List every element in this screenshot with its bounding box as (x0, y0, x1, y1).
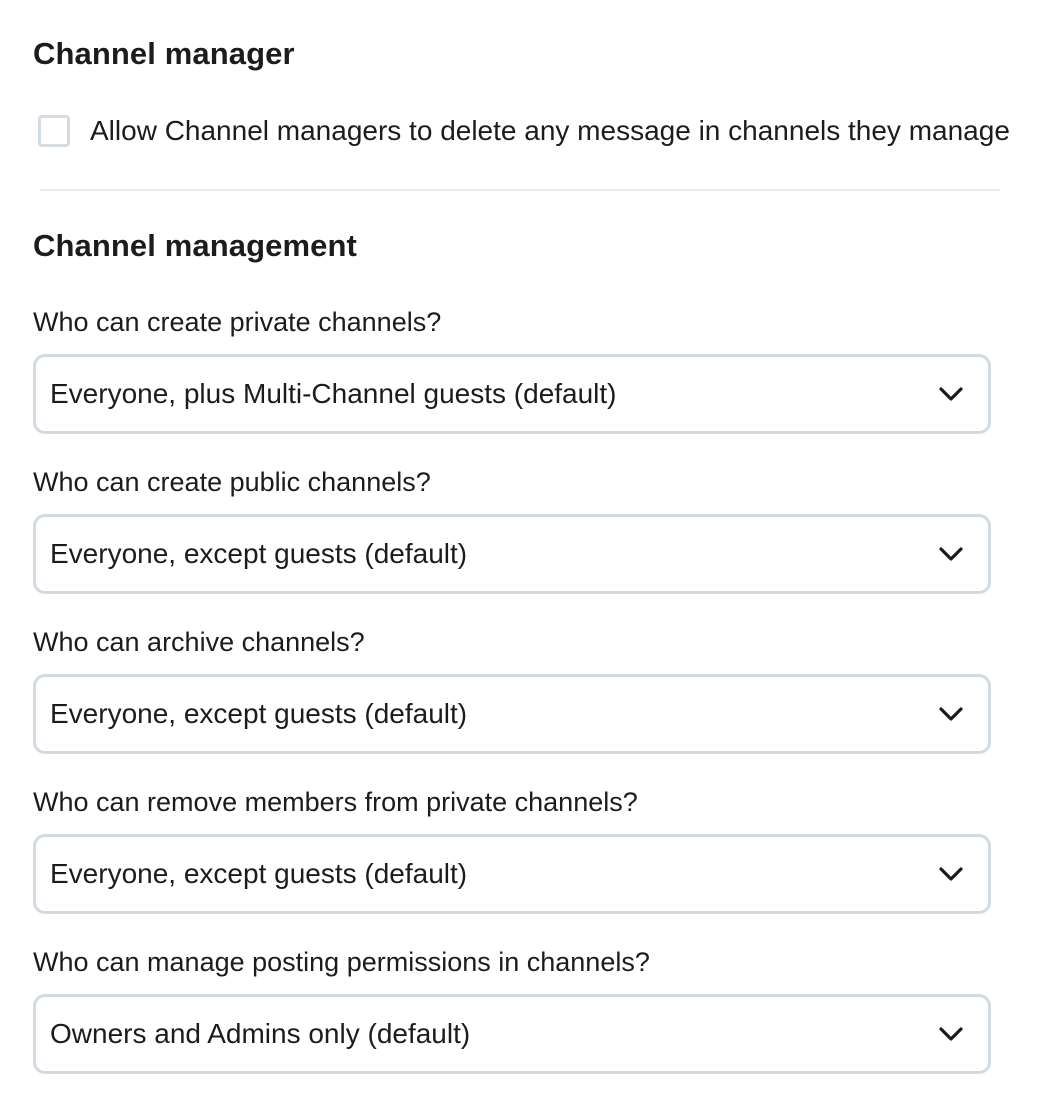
create-private-channels-select[interactable]: Everyone, plus Multi-Channel guests (def… (33, 354, 991, 434)
create-public-channels-select[interactable]: Everyone, except guests (default) (33, 514, 991, 594)
field-remove-members: Who can remove members from private chan… (33, 789, 991, 914)
section-title-channel-manager: Channel manager (33, 36, 295, 71)
field-create-public-channels: Who can create public channels? Everyone… (33, 469, 991, 594)
delete-messages-option[interactable]: Allow Channel managers to delete any mes… (38, 115, 1010, 147)
delete-messages-checkbox[interactable] (38, 115, 70, 147)
select-value: Everyone, except guests (default) (50, 858, 468, 889)
posting-permissions-select[interactable]: Owners and Admins only (default) (33, 994, 991, 1074)
select-value: Owners and Admins only (default) (50, 1018, 471, 1049)
section-divider (40, 189, 1000, 191)
delete-messages-label[interactable]: Allow Channel managers to delete any mes… (90, 117, 1010, 145)
select-value: Everyone, except guests (default) (50, 698, 468, 729)
remove-members-select[interactable]: Everyone, except guests (default) (33, 834, 991, 914)
chevron-down-icon (938, 706, 964, 722)
chevron-down-icon (938, 386, 964, 402)
field-archive-channels: Who can archive channels? Everyone, exce… (33, 629, 991, 754)
field-label: Who can remove members from private chan… (33, 787, 638, 817)
archive-channels-select[interactable]: Everyone, except guests (default) (33, 674, 991, 754)
field-label: Who can manage posting permissions in ch… (33, 947, 650, 977)
field-create-private-channels: Who can create private channels? Everyon… (33, 309, 991, 434)
field-label: Who can create private channels? (33, 307, 442, 337)
field-label: Who can archive channels? (33, 627, 365, 657)
select-value: Everyone, plus Multi-Channel guests (def… (50, 378, 617, 409)
chevron-down-icon (938, 866, 964, 882)
field-label: Who can create public channels? (33, 467, 431, 497)
field-posting-permissions: Who can manage posting permissions in ch… (33, 949, 991, 1074)
chevron-down-icon (938, 1026, 964, 1042)
select-value: Everyone, except guests (default) (50, 538, 468, 569)
chevron-down-icon (938, 546, 964, 562)
section-title-channel-management: Channel management (33, 228, 357, 263)
